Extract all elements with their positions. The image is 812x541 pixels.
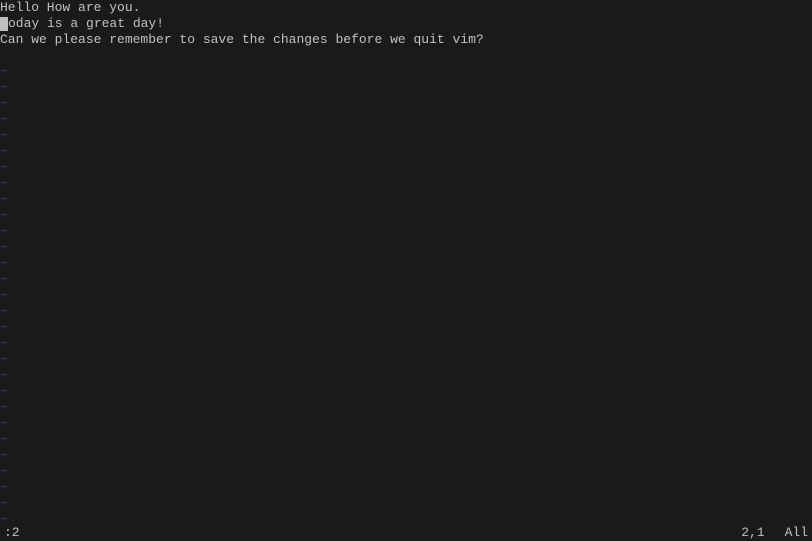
tilde-line-25: ~ (0, 384, 812, 400)
tilde-line-14: ~ (0, 208, 812, 224)
tilde-line-29: ~ (0, 448, 812, 464)
tilde-line-10: ~ (0, 144, 812, 160)
tilde-line-32: ~ (0, 496, 812, 512)
tilde-line-28: ~ (0, 432, 812, 448)
status-bar: :2 2,1 All (0, 523, 812, 541)
tilde-line-15: ~ (0, 224, 812, 240)
tilde-line-8: ~ (0, 112, 812, 128)
tilde-line-18: ~ (0, 272, 812, 288)
tilde-line-22: ~ (0, 336, 812, 352)
tilde-line-7: ~ (0, 96, 812, 112)
tilde-line-5: ~ (0, 64, 812, 80)
tilde-line-6: ~ (0, 80, 812, 96)
tilde-line-9: ~ (0, 128, 812, 144)
tilde-line-19: ~ (0, 288, 812, 304)
tilde-line-11: ~ (0, 160, 812, 176)
editor-line-4 (0, 48, 812, 64)
line-text-2-before: oday is a great day! (0, 16, 164, 32)
editor-line-1: Hello How are you. (0, 0, 812, 16)
line-text-3: Can we please remember to save the chang… (0, 32, 484, 48)
editor-line-2: oday is a great day! (0, 16, 812, 32)
tilde-line-24: ~ (0, 368, 812, 384)
tilde-line-16: ~ (0, 240, 812, 256)
tilde-line-23: ~ (0, 352, 812, 368)
editor-area[interactable]: Hello How are you. oday is a great day! … (0, 0, 812, 523)
tilde-line-20: ~ (0, 304, 812, 320)
tilde-line-27: ~ (0, 416, 812, 432)
tilde-line-17: ~ (0, 256, 812, 272)
tilde-line-12: ~ (0, 176, 812, 192)
status-command: :2 (4, 525, 20, 540)
editor-line-3: Can we please remember to save the chang… (0, 32, 812, 48)
cursor (0, 17, 8, 31)
tilde-line-33: ~ (0, 512, 812, 523)
status-view: All (785, 525, 808, 540)
status-right: 2,1 All (741, 525, 808, 540)
line-text-1: Hello How are you. (0, 0, 140, 16)
tilde-line-21: ~ (0, 320, 812, 336)
tilde-line-31: ~ (0, 480, 812, 496)
status-position: 2,1 (741, 525, 764, 540)
tilde-line-26: ~ (0, 400, 812, 416)
tilde-line-13: ~ (0, 192, 812, 208)
tilde-line-30: ~ (0, 464, 812, 480)
